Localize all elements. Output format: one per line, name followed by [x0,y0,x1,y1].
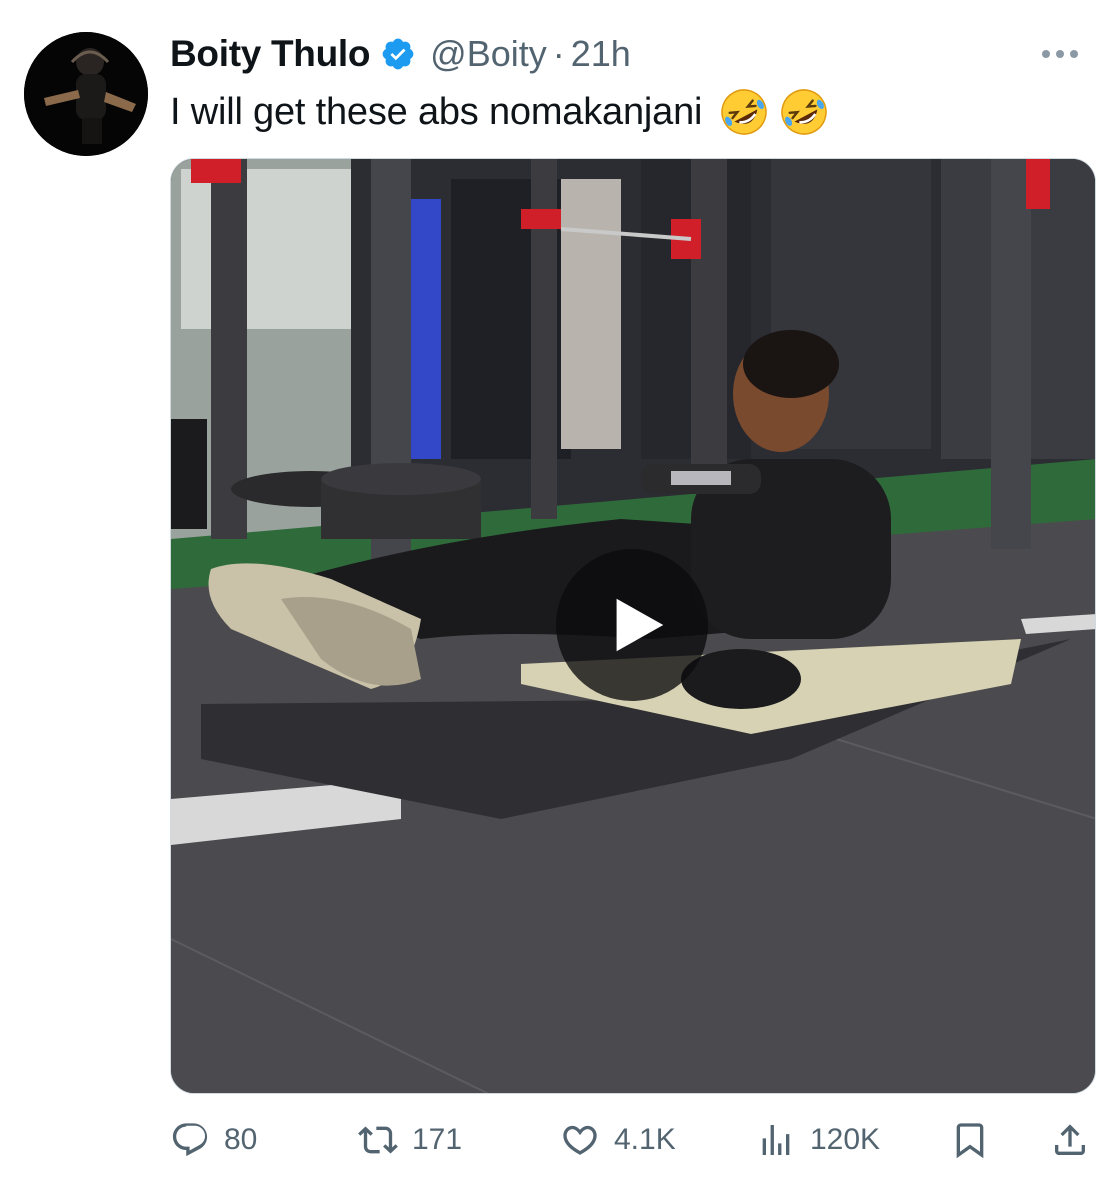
like-count: 4.1K [614,1123,676,1156]
bookmark-button[interactable] [950,1114,990,1166]
tweet-header: Boity Thulo @Boity · 21h [170,28,1090,80]
play-button[interactable] [556,549,708,701]
avatar-image [24,32,148,156]
like-button[interactable]: 4.1K [560,1114,676,1166]
tweet-body: I will get these abs nomakanjani [170,90,703,133]
share-icon [1055,1124,1085,1155]
user-handle[interactable]: @Boity [430,33,547,75]
retweet-icon [358,1126,398,1154]
avatar[interactable] [24,32,148,156]
more-dot [1056,50,1064,58]
tweet-actions: 80 171 4.1K 120K [170,1114,1096,1166]
retweet-count: 171 [412,1123,463,1156]
reply-count: 80 [224,1123,258,1156]
more-dot [1070,50,1078,58]
play-icon [616,598,664,652]
verified-badge-icon[interactable] [380,36,416,72]
more-options-icon[interactable] [1030,34,1090,74]
display-name[interactable]: Boity Thulo [170,33,370,75]
views-icon [762,1125,790,1155]
retweet-button[interactable]: 171 [358,1114,462,1166]
video-thumbnail[interactable] [170,158,1096,1094]
rolling-on-the-floor-laughing-emoji [718,86,770,138]
heart-icon [563,1125,597,1155]
bookmark-icon [956,1123,984,1159]
views-count: 120K [810,1123,881,1156]
separator-dot: · [552,33,565,74]
share-button[interactable] [1050,1114,1090,1166]
rolling-on-the-floor-laughing-emoji [778,86,830,138]
tweet[interactable]: Boity Thulo @Boity · 21h I will get thes… [0,0,1120,1194]
reply-icon [172,1123,208,1157]
timestamp[interactable]: 21h [571,33,631,75]
reply-button[interactable]: 80 [170,1114,257,1166]
views-button[interactable]: 120K [756,1114,880,1166]
tweet-text: I will get these abs nomakanjani [170,84,838,140]
more-dot [1042,50,1050,58]
